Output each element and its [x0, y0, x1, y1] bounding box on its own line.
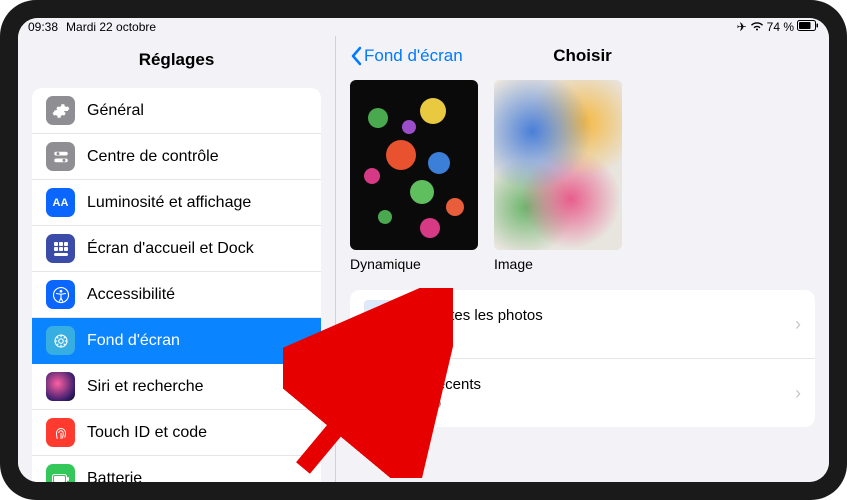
status-time: 09:38 [28, 20, 58, 34]
sidebar-item-siri[interactable]: Siri et recherche [32, 364, 321, 410]
wallpaper-label: Dynamique [350, 256, 478, 272]
chevron-right-icon: › [795, 314, 801, 335]
sidebar-item-label: Général [87, 102, 144, 120]
album-row-recents[interactable]: Récents 16 › [350, 359, 815, 427]
sliders-icon [46, 142, 75, 171]
status-bar: 09:38 Mardi 22 octobre ✈︎ 74 % [18, 18, 829, 36]
device-frame: 09:38 Mardi 22 octobre ✈︎ 74 % Réglages [0, 0, 847, 500]
album-title: Toutes les photos [426, 307, 781, 324]
sidebar-item-general[interactable]: Général [32, 88, 321, 134]
wallpaper-icon [46, 326, 75, 355]
battery-icon [797, 20, 819, 34]
back-label: Fond d'écran [364, 46, 463, 66]
wallpaper-tile-dynamic[interactable]: Dynamique [350, 80, 478, 272]
album-row-all-photos[interactable]: Toutes les photos 16 › [350, 290, 815, 359]
album-title: Récents [426, 376, 781, 393]
siri-icon [46, 372, 75, 401]
sidebar-title: Réglages [18, 36, 335, 88]
battery-text: 74 % [767, 20, 794, 34]
sidebar-item-label: Luminosité et affichage [87, 194, 251, 212]
sidebar-item-accessibility[interactable]: Accessibilité [32, 272, 321, 318]
back-button[interactable]: Fond d'écran [350, 46, 463, 66]
sidebar-item-control-center[interactable]: Centre de contrôle [32, 134, 321, 180]
gear-icon [46, 96, 75, 125]
wallpaper-tile-image[interactable]: Image [494, 80, 622, 272]
chevron-right-icon: › [795, 383, 801, 404]
screen: 09:38 Mardi 22 octobre ✈︎ 74 % Réglages [18, 18, 829, 482]
status-date: Mardi 22 octobre [66, 20, 156, 34]
sidebar-item-label: Accessibilité [87, 286, 175, 304]
home-grid-icon [46, 234, 75, 263]
settings-sidebar: Réglages Général [18, 36, 336, 482]
nav-bar: Fond d'écran Choisir [336, 36, 829, 80]
album-thumbnail [364, 300, 412, 348]
text-size-icon: AA [46, 188, 75, 217]
detail-panel: Fond d'écran Choisir [336, 36, 829, 482]
sidebar-item-display[interactable]: AA Luminosité et affichage [32, 180, 321, 226]
album-thumbnail [364, 369, 412, 417]
sidebar-item-wallpaper[interactable]: Fond d'écran [32, 318, 321, 364]
chevron-left-icon [350, 46, 362, 66]
album-count: 16 [426, 394, 781, 410]
sidebar-item-label: Écran d'accueil et Dock [87, 240, 254, 258]
wallpaper-label: Image [494, 256, 622, 272]
sidebar-item-label: Siri et recherche [87, 378, 204, 396]
battery-icon [46, 464, 75, 482]
fingerprint-icon [46, 418, 75, 447]
sidebar-item-home-dock[interactable]: Écran d'accueil et Dock [32, 226, 321, 272]
album-count: 16 [426, 325, 781, 341]
airplane-icon: ✈︎ [737, 20, 747, 34]
wallpaper-preview-image [494, 80, 622, 250]
sidebar-item-label: Batterie [87, 470, 142, 483]
sidebar-item-touchid[interactable]: Touch ID et code [32, 410, 321, 456]
wifi-icon [750, 20, 764, 34]
wallpaper-preview-dynamic [350, 80, 478, 250]
sidebar-item-label: Touch ID et code [87, 424, 207, 442]
accessibility-icon [46, 280, 75, 309]
sidebar-item-battery[interactable]: Batterie [32, 456, 321, 482]
page-title: Choisir [553, 46, 612, 66]
sidebar-item-label: Centre de contrôle [87, 148, 219, 166]
sidebar-item-label: Fond d'écran [87, 332, 180, 350]
